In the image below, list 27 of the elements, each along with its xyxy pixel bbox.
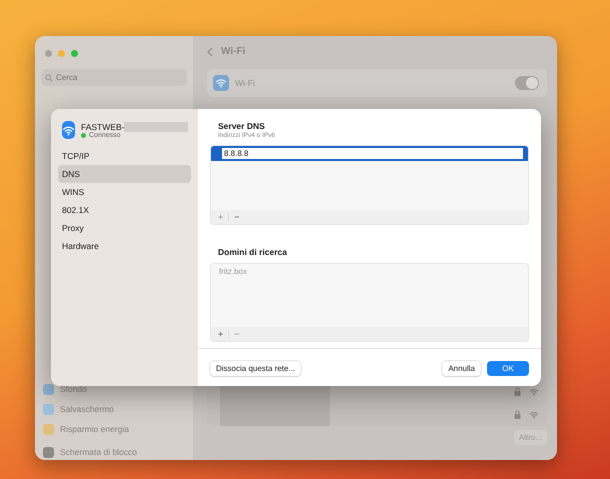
sidebar-tab[interactable]: Hardware xyxy=(58,237,191,255)
wifi-icon xyxy=(529,410,539,420)
network-name: FASTWEB- xyxy=(81,122,124,132)
sidebar-tab[interactable]: WINS xyxy=(58,183,191,201)
remove-button[interactable]: − xyxy=(231,212,243,222)
wifi-icon xyxy=(213,75,229,91)
sidebar-tab[interactable]: TCP/IP xyxy=(58,147,191,165)
ok-button[interactable]: OK xyxy=(487,361,529,376)
selected-row[interactable]: 8.8.8.8 xyxy=(211,146,528,161)
search-icon xyxy=(45,74,53,82)
section-title: Server DNS xyxy=(217,121,266,131)
wifi-label: Wi-Fi xyxy=(235,78,256,88)
wifi-icon xyxy=(62,121,75,139)
sidebar-tab[interactable]: Proxy xyxy=(58,219,191,237)
page-title: Wi-Fi xyxy=(221,46,246,57)
wifi-toggle[interactable] xyxy=(515,76,539,90)
sidebar-tab[interactable]: 802.1X xyxy=(58,201,191,219)
section-title: Domini di ricerca xyxy=(217,247,288,257)
sidebar-tab[interactable]: DNS xyxy=(58,165,191,183)
forget-network-button[interactable]: Dissocia questa rete... xyxy=(210,361,302,376)
redacted-block xyxy=(124,122,188,132)
cancel-button[interactable]: Annulla xyxy=(442,361,481,376)
input-field[interactable]: 8.8.8.8 xyxy=(221,147,524,160)
wifi-icon xyxy=(529,386,539,396)
status-dot xyxy=(81,132,86,138)
back-icon[interactable] xyxy=(207,46,213,56)
add-button[interactable]: + xyxy=(215,329,226,339)
